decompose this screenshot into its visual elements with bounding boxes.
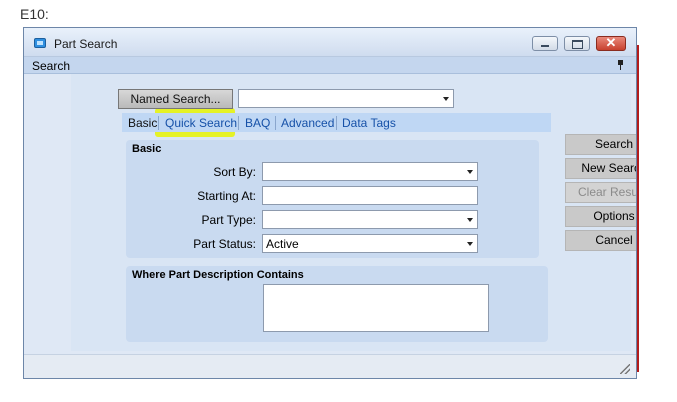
tab-separator — [275, 116, 276, 130]
named-search-button[interactable]: Named Search... — [118, 89, 233, 109]
description-group: Where Part Description Contains — [126, 266, 548, 342]
tab-baq[interactable]: BAQ — [245, 116, 270, 130]
description-group-title: Where Part Description Contains — [132, 269, 304, 281]
named-search-select[interactable] — [238, 89, 454, 108]
part-type-label: Part Type: — [201, 213, 256, 227]
pin-icon[interactable] — [617, 60, 624, 70]
search-panel: Named Search... Basic Quick Search BAQ A… — [71, 74, 636, 351]
description-textarea[interactable] — [263, 284, 489, 332]
minimize-icon[interactable] — [532, 36, 558, 51]
tab-separator — [158, 116, 159, 130]
dropdown-arrow-icon[interactable] — [467, 218, 473, 222]
search-button[interactable]: Search — [565, 134, 636, 155]
window-title: Part Search — [54, 37, 118, 51]
close-glyph: ✕ — [605, 35, 617, 50]
dropdown-arrow-icon[interactable] — [467, 242, 473, 246]
red-border-edge — [637, 45, 639, 372]
part-type-select[interactable] — [262, 210, 478, 229]
part-status-value: Active — [266, 237, 299, 251]
starting-at-input[interactable] — [262, 186, 478, 205]
sort-by-label: Sort By: — [213, 165, 256, 179]
options-button[interactable]: Options — [565, 206, 636, 227]
search-menubar: Search — [24, 57, 636, 74]
clear-results-button[interactable]: Clear Results — [565, 182, 636, 203]
tab-advanced[interactable]: Advanced — [281, 116, 334, 130]
part-status-label: Part Status: — [193, 237, 256, 251]
basic-group-title: Basic — [132, 143, 162, 155]
app-icon — [34, 38, 46, 48]
new-search-button[interactable]: New Search — [565, 158, 636, 179]
maximize-icon[interactable] — [564, 36, 590, 51]
title-bar[interactable]: Part Search ✕ — [24, 28, 636, 57]
content-area: Named Search... Basic Quick Search BAQ A… — [24, 74, 636, 378]
basic-group: Basic Sort By: Starting At: Part Type: P… — [126, 140, 539, 258]
search-tabs: Basic Quick Search BAQ Advanced Data Tag… — [122, 113, 551, 132]
dropdown-arrow-icon[interactable] — [467, 170, 473, 174]
close-icon[interactable]: ✕ — [596, 35, 626, 51]
part-search-window: Part Search ✕ Search Named Search... Bas… — [23, 27, 637, 379]
tab-data-tags[interactable]: Data Tags — [342, 116, 396, 130]
tab-separator — [238, 116, 239, 130]
part-status-select[interactable]: Active — [262, 234, 478, 253]
menubar-label[interactable]: Search — [32, 59, 70, 73]
starting-at-label: Starting At: — [197, 189, 256, 203]
cancel-button[interactable]: Cancel — [565, 230, 636, 251]
sort-by-select[interactable] — [262, 162, 478, 181]
tab-basic[interactable]: Basic — [128, 116, 157, 130]
caption-text: E10: — [20, 6, 49, 22]
resize-grip-icon[interactable] — [620, 364, 630, 374]
status-bar — [24, 354, 636, 378]
tab-quick-search[interactable]: Quick Search — [165, 116, 237, 130]
dropdown-arrow-icon[interactable] — [443, 97, 449, 101]
tab-separator — [336, 116, 337, 130]
